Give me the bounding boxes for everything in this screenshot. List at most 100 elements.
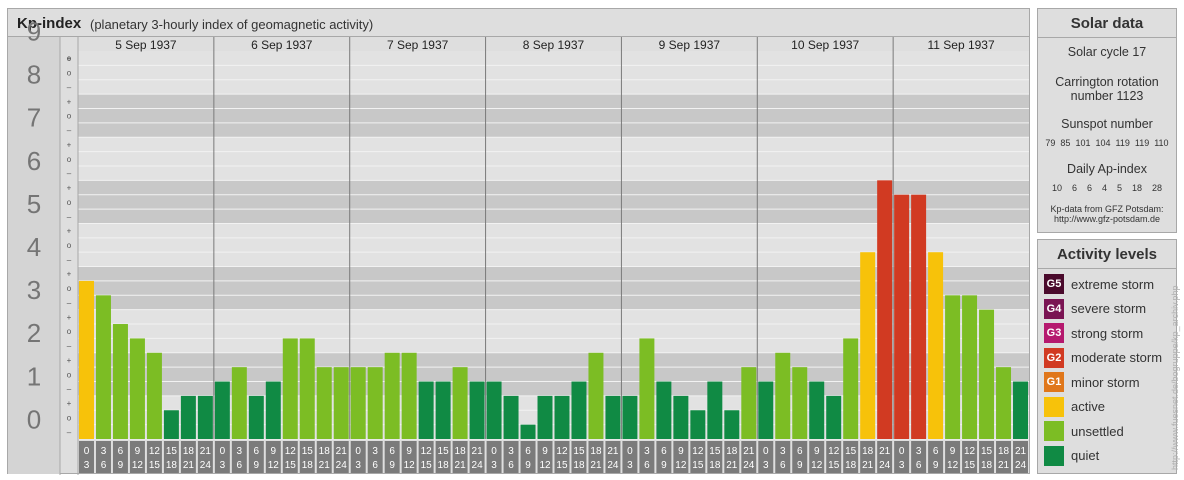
interval-end: 6 bbox=[644, 460, 650, 471]
kp-bar bbox=[792, 367, 808, 439]
interval-end: 18 bbox=[709, 460, 721, 471]
legend-swatch bbox=[1044, 421, 1064, 441]
sunspot-value: 101 bbox=[1075, 138, 1091, 148]
solar-data-panel: Solar data Solar cycle 17 Carrington rot… bbox=[1037, 8, 1177, 233]
interval-end: 21 bbox=[455, 460, 467, 471]
interval-start: 9 bbox=[271, 446, 277, 457]
interval-start: 12 bbox=[421, 446, 433, 457]
day-label: 10 Sep 1937 bbox=[791, 38, 859, 52]
kp-bar bbox=[996, 367, 1012, 439]
kp-bar bbox=[656, 381, 672, 439]
day-label: 7 Sep 1937 bbox=[387, 38, 449, 52]
interval-end: 9 bbox=[797, 460, 803, 471]
interval-start: 3 bbox=[780, 446, 786, 457]
interval-start: 18 bbox=[183, 446, 195, 457]
watermark: http://www.fuesnet.de/bogruppe/kp_archiv… bbox=[1170, 285, 1180, 470]
interval-end: 24 bbox=[607, 460, 619, 471]
legend-label: moderate storm bbox=[1071, 350, 1163, 365]
interval-start: 21 bbox=[200, 446, 212, 457]
interval-end: 18 bbox=[166, 460, 178, 471]
kp-bar bbox=[469, 381, 485, 439]
legend-label: severe storm bbox=[1071, 301, 1147, 316]
kp-bar bbox=[384, 352, 400, 439]
y-tick-label: 6 bbox=[27, 146, 41, 176]
kp-bar bbox=[911, 194, 927, 439]
ap-value: 6 bbox=[1086, 183, 1092, 193]
data-source-link[interactable]: http://www.gfz-potsdam.de bbox=[1038, 214, 1176, 224]
interval-start: 3 bbox=[916, 446, 922, 457]
sunspot-value: 119 bbox=[1134, 138, 1150, 148]
sub-tick: o bbox=[67, 241, 72, 250]
interval-end: 21 bbox=[862, 460, 874, 471]
interval-end: 6 bbox=[780, 460, 786, 471]
interval-end: 12 bbox=[811, 460, 823, 471]
carrington-line2: number 1123 bbox=[1070, 89, 1144, 103]
interval-start: 6 bbox=[661, 446, 667, 457]
ap-value: 5 bbox=[1117, 183, 1123, 193]
kp-bar bbox=[248, 395, 264, 439]
interval-end: 6 bbox=[916, 460, 922, 471]
interval-start: 6 bbox=[118, 446, 124, 457]
interval-end: 21 bbox=[726, 460, 738, 471]
interval-start: 15 bbox=[709, 446, 721, 457]
sunspot-values: 79 85 101 104 119 119 110 bbox=[1038, 138, 1176, 148]
legend-item: quiet bbox=[1044, 445, 1100, 466]
kp-bar bbox=[962, 295, 978, 439]
kp-bar bbox=[945, 295, 961, 439]
interval-end: 3 bbox=[491, 460, 497, 471]
interval-end: 21 bbox=[319, 460, 331, 471]
interval-end: 24 bbox=[743, 460, 755, 471]
kp-bar bbox=[860, 252, 876, 439]
kp-bar bbox=[707, 381, 723, 439]
interval-start: 15 bbox=[981, 446, 993, 457]
interval-start: 21 bbox=[879, 446, 891, 457]
kp-bar bbox=[775, 352, 791, 439]
interval-end: 3 bbox=[763, 460, 769, 471]
interval-end: 3 bbox=[84, 460, 90, 471]
y-tick-label: 8 bbox=[27, 60, 41, 90]
kp-bar bbox=[758, 381, 774, 439]
sunspot-value: 119 bbox=[1115, 138, 1130, 148]
interval-start: 6 bbox=[389, 446, 395, 457]
sub-tick: + bbox=[67, 184, 72, 193]
legend-label: quiet bbox=[1071, 448, 1100, 463]
kp-bar bbox=[843, 338, 859, 439]
interval-end: 12 bbox=[132, 460, 144, 471]
kp-chart-panel: Kp-index (planetary 3-hourly index of ge… bbox=[7, 8, 1030, 475]
ap-value: 28 bbox=[1152, 183, 1163, 193]
activity-levels-panel: Activity levels G5 extreme storm G4 severe … bbox=[1037, 239, 1177, 474]
sub-tick: + bbox=[67, 399, 72, 408]
interval-end: 9 bbox=[118, 460, 124, 471]
kp-bar bbox=[537, 395, 553, 439]
legend-swatch: G3 bbox=[1044, 323, 1064, 343]
interval-end: 21 bbox=[590, 460, 602, 471]
kp-bar bbox=[571, 381, 587, 439]
sub-tick: + bbox=[67, 270, 72, 279]
interval-start: 12 bbox=[556, 446, 568, 457]
legend-label: minor storm bbox=[1071, 374, 1140, 390]
day-label: 6 Sep 1937 bbox=[251, 38, 313, 52]
interval-start: 0 bbox=[84, 446, 90, 457]
day-label: 9 Sep 1937 bbox=[659, 38, 721, 52]
interval-start: 12 bbox=[285, 446, 297, 457]
day-label: 11 Sep 1937 bbox=[927, 38, 994, 52]
interval-start: 12 bbox=[149, 446, 161, 457]
legend-label: extreme storm bbox=[1071, 276, 1155, 292]
band bbox=[78, 94, 1029, 138]
interval-start: 18 bbox=[455, 446, 467, 457]
kp-bar bbox=[333, 367, 349, 439]
sub-tick: – bbox=[67, 342, 72, 351]
kp-bar bbox=[282, 338, 298, 439]
sunspot-value: 85 bbox=[1060, 138, 1071, 148]
interval-start: 3 bbox=[508, 446, 514, 457]
legend-item: unsettled bbox=[1044, 421, 1124, 441]
interval-start: 18 bbox=[590, 446, 602, 457]
y-tick-label: 1 bbox=[27, 361, 41, 391]
kp-bar bbox=[894, 194, 910, 439]
kp-bar bbox=[928, 252, 944, 439]
kp-bar bbox=[401, 352, 417, 439]
y-tick-label: 2 bbox=[27, 318, 41, 348]
sub-tick: o bbox=[67, 54, 72, 63]
legend-item: active bbox=[1044, 396, 1105, 417]
sunspot-title: Sunspot number bbox=[1061, 117, 1153, 131]
